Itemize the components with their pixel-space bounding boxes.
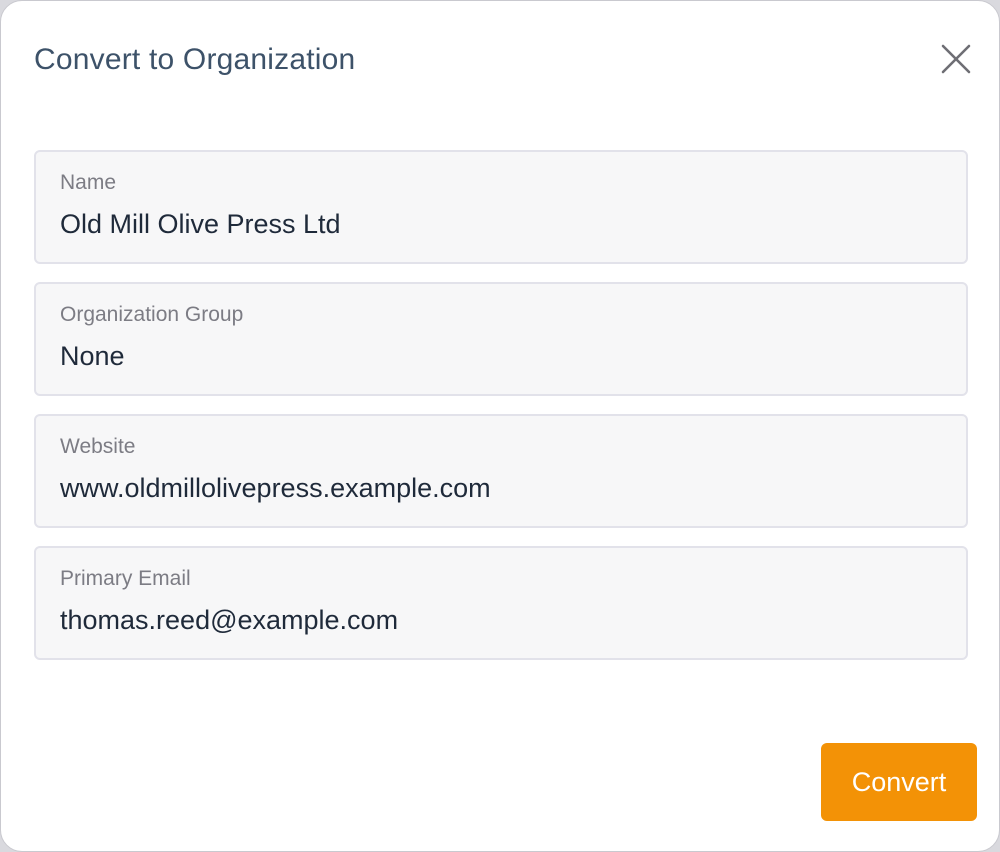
dialog-title: Convert to Organization [34,43,356,76]
close-icon [941,44,971,74]
primary-email-field[interactable]: Primary Email thomas.reed@example.com [34,546,968,660]
close-button[interactable] [933,36,979,82]
website-field-label: Website [60,435,136,458]
website-field[interactable]: Website www.oldmillolivepress.example.co… [34,414,968,528]
name-field-value[interactable]: Old Mill Olive Press Ltd [60,207,341,241]
name-field[interactable]: Name Old Mill Olive Press Ltd [34,150,968,264]
organization-group-field-value[interactable]: None [60,339,125,373]
website-field-value[interactable]: www.oldmillolivepress.example.com [60,471,491,505]
convert-button[interactable]: Convert [821,743,977,821]
organization-group-field-label: Organization Group [60,303,244,326]
name-field-label: Name [60,171,117,194]
primary-email-field-value[interactable]: thomas.reed@example.com [60,603,398,637]
primary-email-field-label: Primary Email [60,567,191,590]
convert-to-organization-dialog: Convert to Organization Name Old Mill Ol… [0,0,1000,852]
organization-group-field[interactable]: Organization Group None [34,282,968,396]
